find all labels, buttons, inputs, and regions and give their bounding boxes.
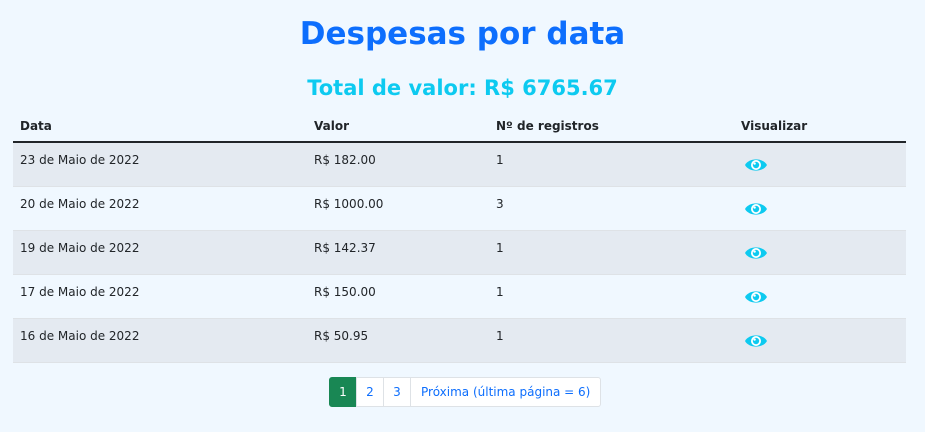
table-row: 19 de Maio de 2022 R$ 142.37 1 bbox=[13, 230, 906, 275]
row-date: 17 de Maio de 2022 bbox=[13, 274, 307, 319]
table-row: 20 de Maio de 2022 R$ 1000.00 3 bbox=[13, 186, 906, 231]
row-view-cell bbox=[734, 318, 906, 363]
row-value: R$ 142.37 bbox=[307, 230, 489, 275]
header-value: Valor bbox=[307, 110, 489, 143]
row-view-cell bbox=[734, 186, 906, 231]
row-view-cell bbox=[734, 274, 906, 319]
total-value: Total de valor: R$ 6765.67 bbox=[307, 76, 618, 100]
table-row: 17 de Maio de 2022 R$ 150.00 1 bbox=[13, 274, 906, 319]
page-title: Despesas por data bbox=[299, 16, 626, 52]
row-value: R$ 1000.00 bbox=[307, 186, 489, 231]
eye-icon[interactable] bbox=[744, 199, 768, 219]
next-page-button[interactable]: Próxima (última página = 6) bbox=[410, 377, 602, 407]
expenses-table-container: Data Valor Nº de registros Visualizar 23… bbox=[13, 110, 906, 363]
row-value: R$ 50.95 bbox=[307, 318, 489, 363]
row-value: R$ 150.00 bbox=[307, 274, 489, 319]
row-count: 1 bbox=[489, 274, 734, 319]
row-value: R$ 182.00 bbox=[307, 142, 489, 187]
row-date: 20 de Maio de 2022 bbox=[13, 186, 307, 231]
page-1-button[interactable]: 1 bbox=[329, 377, 357, 407]
table-header-row: Data Valor Nº de registros Visualizar bbox=[13, 110, 906, 143]
eye-icon[interactable] bbox=[744, 155, 768, 175]
eye-icon[interactable] bbox=[744, 243, 768, 263]
row-count: 1 bbox=[489, 230, 734, 275]
expenses-table: Data Valor Nº de registros Visualizar 23… bbox=[13, 110, 906, 363]
header-view: Visualizar bbox=[734, 110, 906, 143]
header-count: Nº de registros bbox=[489, 110, 734, 143]
row-date: 23 de Maio de 2022 bbox=[13, 142, 307, 187]
table-row: 16 de Maio de 2022 R$ 50.95 1 bbox=[13, 318, 906, 363]
row-count: 1 bbox=[489, 142, 734, 187]
eye-icon[interactable] bbox=[744, 287, 768, 307]
row-count: 1 bbox=[489, 318, 734, 363]
row-date: 16 de Maio de 2022 bbox=[13, 318, 307, 363]
eye-icon[interactable] bbox=[744, 331, 768, 351]
row-date: 19 de Maio de 2022 bbox=[13, 230, 307, 275]
header-date: Data bbox=[13, 110, 307, 143]
row-view-cell bbox=[734, 142, 906, 187]
page-3-button[interactable]: 3 bbox=[383, 377, 411, 407]
row-count: 3 bbox=[489, 186, 734, 231]
page-2-button[interactable]: 2 bbox=[356, 377, 384, 407]
row-view-cell bbox=[734, 230, 906, 275]
table-row: 23 de Maio de 2022 R$ 182.00 1 bbox=[13, 142, 906, 187]
pagination: 1 2 3 Próxima (última página = 6) bbox=[329, 377, 602, 407]
